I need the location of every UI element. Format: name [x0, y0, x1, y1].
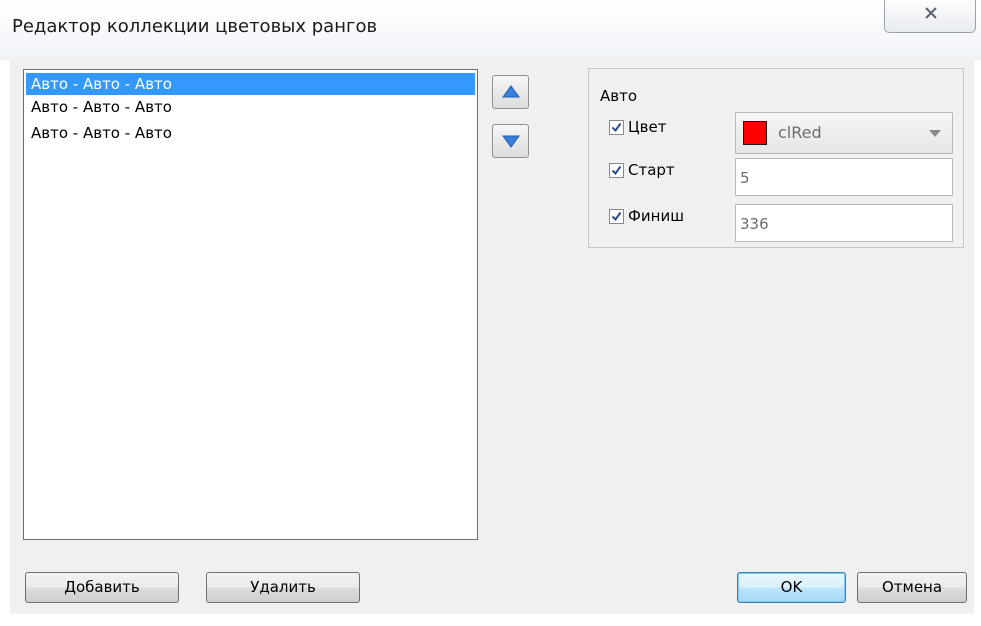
start-checkbox[interactable]: [609, 162, 624, 178]
checkmark-icon: [611, 122, 622, 132]
color-checkbox-row[interactable]: Цвет: [609, 117, 666, 137]
title-bar: Редактор коллекции цветовых рангов: [0, 0, 981, 60]
color-value: clRed: [778, 123, 822, 142]
finish-field[interactable]: [735, 204, 953, 242]
ranges-listbox[interactable]: Авто - Авто - Авто Авто - Авто - Авто Ав…: [23, 69, 478, 540]
list-item[interactable]: Авто - Авто - Авто: [26, 122, 475, 144]
add-button[interactable]: Добавить: [25, 572, 179, 603]
start-checkbox-row[interactable]: Старт: [609, 160, 675, 180]
finish-label: Финиш: [628, 207, 684, 225]
close-button[interactable]: [884, 0, 976, 33]
arrow-up-icon: [502, 85, 520, 98]
window-frame-bottom: [0, 614, 981, 626]
start-label: Старт: [628, 161, 675, 179]
window-frame-left: [0, 60, 10, 626]
color-label: Цвет: [628, 118, 667, 136]
checkmark-icon: [611, 211, 622, 221]
color-swatch: [743, 121, 767, 145]
list-item[interactable]: Авто - Авто - Авто: [26, 96, 475, 118]
color-checkbox[interactable]: [609, 119, 624, 135]
list-item[interactable]: Авто - Авто - Авто: [26, 73, 475, 95]
checkmark-icon: [611, 165, 622, 175]
finish-input[interactable]: [740, 215, 940, 233]
move-down-button[interactable]: [492, 124, 529, 158]
finish-checkbox-row[interactable]: Финиш: [609, 206, 684, 226]
move-up-button[interactable]: [492, 75, 529, 109]
ok-button[interactable]: OK: [737, 572, 846, 603]
delete-button[interactable]: Удалить: [206, 572, 360, 603]
chevron-down-icon[interactable]: [929, 130, 941, 137]
cancel-button[interactable]: Отмена: [857, 572, 967, 603]
start-input[interactable]: [740, 169, 940, 187]
close-x-icon: [925, 7, 937, 19]
start-field[interactable]: [735, 158, 953, 196]
group-title: Авто: [600, 87, 638, 105]
window-title: Редактор коллекции цветовых рангов: [12, 16, 378, 37]
finish-checkbox[interactable]: [609, 208, 624, 224]
color-combobox[interactable]: clRed: [735, 112, 953, 154]
arrow-down-icon: [502, 135, 520, 148]
